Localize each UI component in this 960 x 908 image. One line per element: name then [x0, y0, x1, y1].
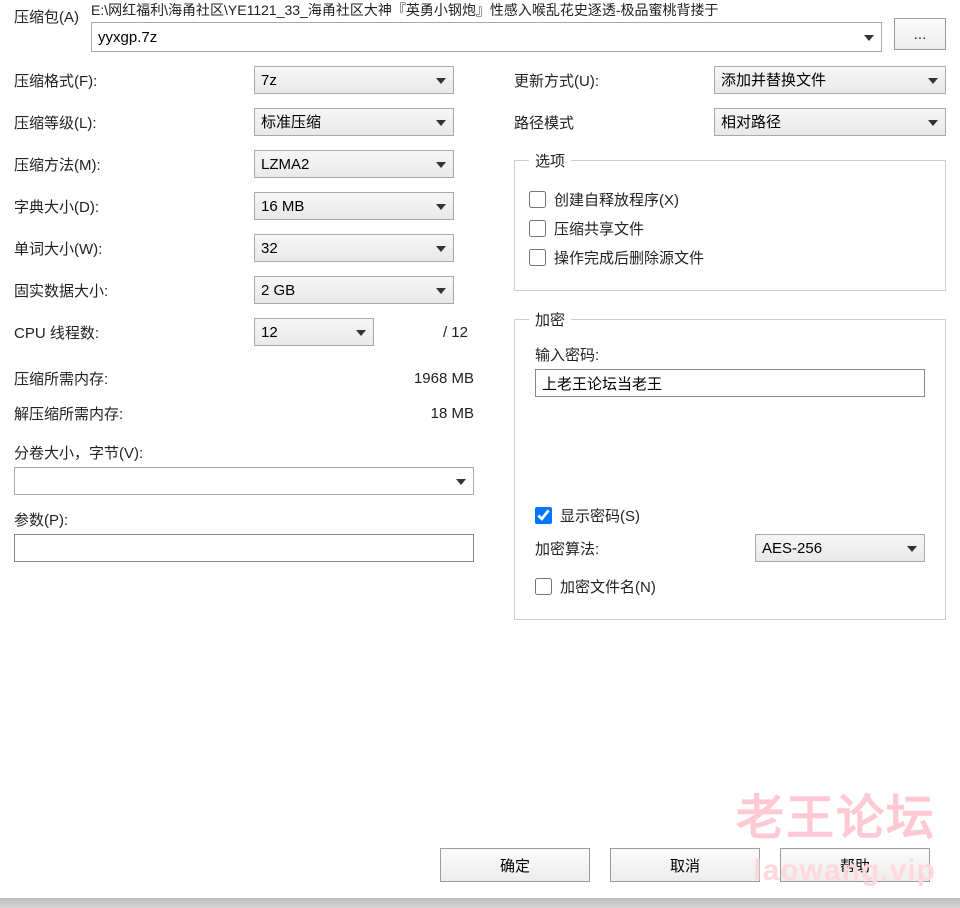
watermark-big: 老王论坛 [736, 778, 936, 848]
mem-unpack-value: 18 MB [431, 405, 474, 422]
split-select[interactable] [14, 467, 474, 495]
password-input[interactable] [535, 369, 925, 397]
format-select[interactable]: 7z [254, 66, 454, 94]
shared-checkbox[interactable] [529, 220, 546, 237]
split-label: 分卷大小，字节(V): [14, 442, 474, 463]
dict-label: 字典大小(D): [14, 196, 254, 217]
show-password-checkbox[interactable] [535, 507, 552, 524]
params-label: 参数(P): [14, 509, 474, 530]
delete-label: 操作完成后删除源文件 [554, 247, 704, 268]
archive-path: E:\网红福利\海甬社区\YE1121_33_海甬社区大神『英勇小钢炮』性感入喉… [91, 0, 882, 20]
method-label: 压缩方法(M): [14, 154, 254, 175]
mem-unpack-label: 解压缩所需内存: [14, 403, 431, 424]
pathmode-label: 路径模式 [514, 112, 714, 133]
browse-button[interactable]: ... [894, 18, 946, 50]
encrypt-names-checkbox[interactable] [535, 578, 552, 595]
params-input[interactable] [14, 534, 474, 562]
threads-max: / 12 [374, 324, 474, 341]
mem-pack-value: 1968 MB [414, 370, 474, 387]
shared-label: 压缩共享文件 [554, 218, 644, 239]
update-label: 更新方式(U): [514, 70, 714, 91]
pathmode-select[interactable]: 相对路径 [714, 108, 946, 136]
ellipsis-icon: ... [914, 26, 927, 43]
cancel-button[interactable]: 取消 [610, 848, 760, 882]
method-select[interactable]: LZMA2 [254, 150, 454, 178]
update-select[interactable]: 添加并替换文件 [714, 66, 946, 94]
enc-algo-label: 加密算法: [535, 538, 755, 559]
level-label: 压缩等级(L): [14, 112, 254, 133]
word-label: 单词大小(W): [14, 238, 254, 259]
mem-pack-label: 压缩所需内存: [14, 368, 414, 389]
sfx-label: 创建自释放程序(X) [554, 189, 679, 210]
threads-select[interactable]: 12 [254, 318, 374, 346]
ok-button[interactable]: 确定 [440, 848, 590, 882]
show-password-label: 显示密码(S) [560, 505, 640, 526]
format-label: 压缩格式(F): [14, 70, 254, 91]
solid-label: 固实数据大小: [14, 280, 254, 301]
encrypt-names-label: 加密文件名(N) [560, 576, 656, 597]
encryption-group: 加密 输入密码: 显示密码(S) 加密算法: AES-256 加密文件名 [514, 309, 946, 620]
level-select[interactable]: 标准压缩 [254, 108, 454, 136]
dict-select[interactable]: 16 MB [254, 192, 454, 220]
threads-label: CPU 线程数: [14, 322, 254, 343]
archive-label: 压缩包(A) [14, 0, 79, 27]
archive-file-select[interactable]: yyxgp.7z [91, 22, 882, 52]
options-legend: 选项 [529, 150, 571, 171]
password-label: 输入密码: [535, 344, 925, 365]
help-button[interactable]: 帮助 [780, 848, 930, 882]
enc-algo-select[interactable]: AES-256 [755, 534, 925, 562]
sfx-checkbox[interactable] [529, 191, 546, 208]
solid-select[interactable]: 2 GB [254, 276, 454, 304]
options-group: 选项 创建自释放程序(X) 压缩共享文件 操作完成后删除源文件 [514, 150, 946, 291]
encryption-legend: 加密 [529, 309, 571, 330]
footer-bar [0, 898, 960, 908]
word-select[interactable]: 32 [254, 234, 454, 262]
delete-checkbox[interactable] [529, 249, 546, 266]
